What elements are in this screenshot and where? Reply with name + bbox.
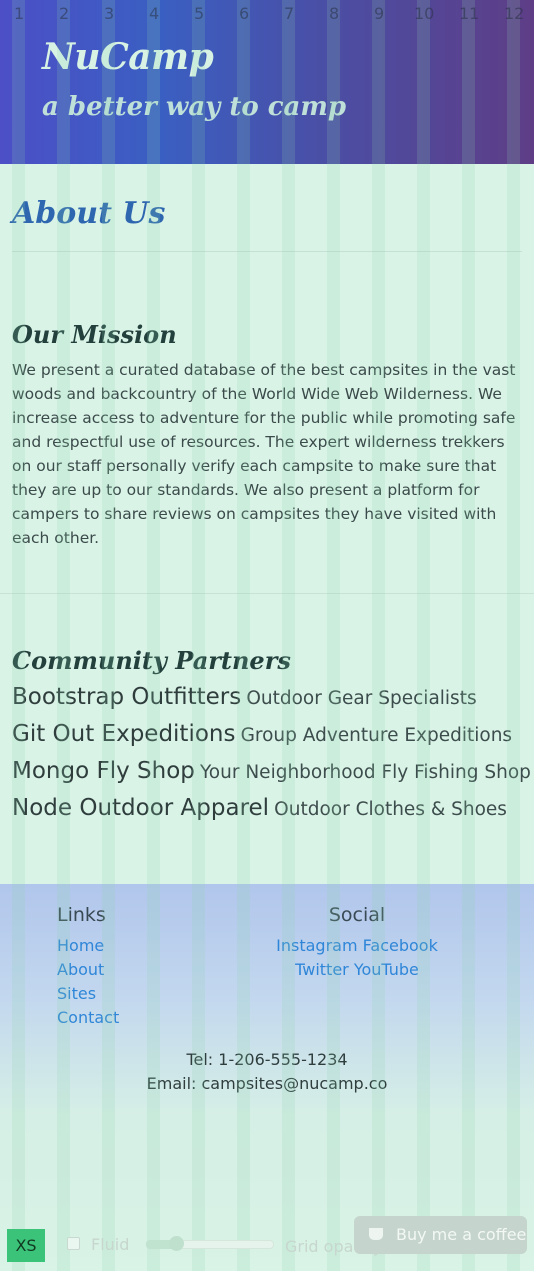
section-divider: [0, 593, 534, 594]
partner-name: Bootstrap Outfitters: [12, 684, 242, 710]
footer-link-sites[interactable]: Sites: [57, 982, 119, 1006]
brand-title[interactable]: NuCamp: [42, 36, 214, 78]
fluid-label: Fluid: [91, 1235, 130, 1254]
brand-tagline: a better way to camp: [42, 92, 347, 122]
partner-description: Your Neighborhood Fly Fishing Shop: [199, 762, 531, 783]
partner-description: Outdoor Clothes & Shoes: [274, 799, 507, 820]
social-link-twitter[interactable]: Twitter: [295, 960, 349, 979]
partner-item: Git Out Expeditions Group Adventure Expe…: [12, 721, 532, 758]
partner-name: Node Outdoor Apparel: [12, 795, 270, 821]
breakpoint-badge: XS: [7, 1229, 45, 1262]
fluid-checkbox[interactable]: [67, 1237, 80, 1250]
site-header: NuCamp a better way to camp: [0, 0, 534, 164]
mission-heading: Our Mission: [12, 320, 177, 349]
contact-phone: Tel: 1-206-555-1234: [186, 1050, 348, 1069]
coffee-button-label: Buy me a coffee: [396, 1225, 527, 1244]
footer-links-column: Links Home About Sites Contact: [57, 904, 119, 1030]
links-heading: Links: [57, 904, 106, 926]
divider: [12, 251, 522, 252]
social-link-youtube[interactable]: YouTube: [354, 960, 419, 979]
partner-item: Mongo Fly Shop Your Neighborhood Fly Fis…: [12, 758, 532, 795]
social-link-facebook[interactable]: Facebook: [363, 936, 438, 955]
partner-name: Git Out Expeditions: [12, 721, 236, 747]
social-link-instagram[interactable]: Instagram: [276, 936, 357, 955]
social-links: Instagram Facebook Twitter YouTube: [247, 934, 467, 982]
page-title: About Us: [12, 196, 166, 231]
contact-email: Email: campsites@nucamp.co: [146, 1074, 388, 1093]
partner-item: Bootstrap Outfitters Outdoor Gear Specia…: [12, 684, 532, 721]
coffee-cup-icon: [369, 1228, 383, 1240]
partners-list: Bootstrap Outfitters Outdoor Gear Specia…: [12, 684, 532, 832]
footer-link-home[interactable]: Home: [57, 934, 119, 958]
partner-description: Group Adventure Expeditions: [240, 725, 513, 746]
partner-name: Mongo Fly Shop: [12, 758, 195, 784]
partner-description: Outdoor Gear Specialists: [246, 688, 477, 709]
partner-item: Node Outdoor Apparel Outdoor Clothes & S…: [12, 795, 532, 832]
buy-me-a-coffee-button[interactable]: Buy me a coffee: [354, 1216, 527, 1254]
grid-opacity-slider-thumb[interactable]: [169, 1236, 184, 1251]
footer-link-about[interactable]: About: [57, 958, 119, 982]
social-heading: Social: [328, 904, 386, 926]
contact-info: Tel: 1-206-555-1234 Email: campsites@nuc…: [0, 1048, 534, 1096]
site-footer: Links Home About Sites Contact Social In…: [0, 884, 534, 1271]
mission-text: We present a curated database of the bes…: [12, 361, 516, 547]
footer-social-column: Social Instagram Facebook Twitter YouTub…: [230, 904, 484, 982]
partners-heading: Community Partners: [12, 646, 291, 675]
footer-link-contact[interactable]: Contact: [57, 1006, 119, 1030]
